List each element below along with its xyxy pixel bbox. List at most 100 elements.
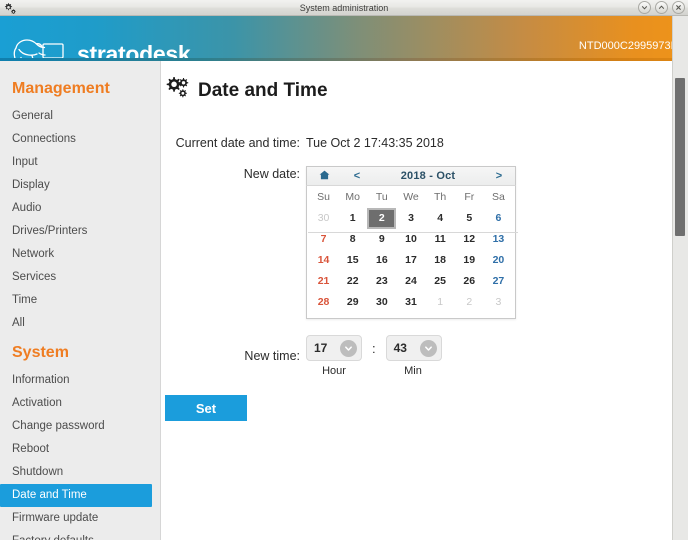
calendar-day[interactable]: 3: [396, 208, 425, 229]
calendar-dow-mo: Mo: [345, 191, 360, 203]
calendar-day[interactable]: 23: [367, 271, 396, 292]
maximize-button[interactable]: [655, 1, 668, 14]
page-title: Date and Time: [198, 79, 328, 101]
calendar-day[interactable]: 14: [309, 250, 338, 271]
calendar-day[interactable]: 29: [338, 292, 367, 313]
calendar-day[interactable]: 9: [367, 229, 396, 250]
calendar-week-row: 21 22 23 24 25 26 27: [307, 271, 515, 292]
calendar-dow-we: We: [403, 191, 419, 203]
calendar-day[interactable]: 31: [396, 292, 425, 313]
window-title: System administration: [299, 3, 389, 13]
calendar-next-month-button[interactable]: >: [483, 170, 515, 182]
chevron-down-icon[interactable]: [419, 339, 437, 357]
calendar-day[interactable]: 30: [309, 208, 338, 229]
sidebar-heading-management: Management: [12, 80, 110, 97]
vertical-scrollbar-thumb[interactable]: [675, 78, 685, 236]
calendar-dow-th: Th: [434, 191, 447, 203]
calendar-dow-sa: Sa: [491, 191, 505, 203]
calendar-day[interactable]: 19: [455, 250, 484, 271]
sidebar-heading-system: System: [12, 344, 69, 361]
sidebar-item-factory-defaults[interactable]: Factory defaults: [0, 530, 160, 540]
minute-stepper[interactable]: 43: [385, 335, 442, 361]
sidebar-item-services[interactable]: Services: [0, 266, 160, 289]
sidebar-item-general[interactable]: General: [0, 105, 160, 128]
calendar-day[interactable]: 18: [426, 250, 455, 271]
device-id: NTD000C2995973E: [578, 40, 678, 52]
sidebar-item-audio[interactable]: Audio: [0, 197, 160, 220]
time-controls: 17 : 43 Hour Min: [306, 335, 442, 377]
calendar-prev-month-button[interactable]: <: [341, 170, 373, 182]
vertical-scrollbar-track[interactable]: [672, 16, 688, 540]
sidebar-item-display[interactable]: Display: [0, 174, 160, 197]
new-time-label: New time:: [244, 348, 300, 363]
minute-value: 43: [393, 341, 407, 355]
sidebar-item-connections[interactable]: Connections: [0, 128, 160, 151]
sidebar-item-time[interactable]: Time: [0, 289, 160, 312]
sidebar-item-information[interactable]: Information: [0, 369, 160, 392]
sidebar-item-input[interactable]: Input: [0, 151, 160, 174]
calendar-day[interactable]: 21: [309, 271, 338, 292]
calendar-day[interactable]: 13: [484, 229, 513, 250]
calendar-week-row: 14 15 16 17 18 19 20: [307, 250, 515, 271]
calendar-day[interactable]: 2: [455, 292, 484, 313]
calendar-day[interactable]: 1: [338, 208, 367, 229]
calendar-day[interactable]: 20: [484, 250, 513, 271]
sidebar-item-reboot[interactable]: Reboot: [0, 438, 160, 461]
sidebar-item-all[interactable]: All: [0, 312, 160, 335]
calendar-day[interactable]: 22: [338, 271, 367, 292]
calendar-week-row: 28 29 30 31 1 2 3: [307, 292, 515, 313]
calendar-day[interactable]: 5: [455, 208, 484, 229]
page-header: Date and Time: [161, 61, 670, 106]
calendar-day[interactable]: 17: [396, 250, 425, 271]
calendar-dow-su: Su: [317, 191, 330, 203]
chevron-down-icon[interactable]: [340, 339, 357, 357]
calendar-day[interactable]: 27: [484, 271, 513, 292]
calendar-month-title: 2018 - Oct: [400, 170, 456, 182]
time-unit-labels: Hour Min: [306, 365, 442, 377]
sidebar-item-shutdown[interactable]: Shutdown: [0, 461, 160, 484]
calendar-day[interactable]: 8: [338, 229, 367, 250]
gears-icon: [165, 75, 191, 106]
calendar-day[interactable]: 24: [396, 271, 425, 292]
sidebar-item-change-password[interactable]: Change password: [0, 415, 160, 438]
calendar-day[interactable]: 30: [367, 292, 396, 313]
sidebar-item-activation[interactable]: Activation: [0, 392, 160, 415]
calendar-weekday-header: Su Mo Tu We Th Fr Sa: [307, 186, 515, 208]
calendar-day[interactable]: 4: [426, 208, 455, 229]
calendar-day[interactable]: 26: [455, 271, 484, 292]
calendar-dow-fr: Fr: [464, 191, 475, 203]
calendar-day[interactable]: 7: [309, 229, 338, 250]
calendar-day[interactable]: 15: [338, 250, 367, 271]
calendar-body: Su Mo Tu We Th Fr Sa 30 1 2 3 4 5 6 7 8 …: [307, 186, 515, 318]
new-date-row: New date: < 2018 - Oct > Su Mo Tu We Th …: [161, 166, 670, 319]
calendar-day[interactable]: 16: [367, 250, 396, 271]
home-icon[interactable]: [307, 170, 341, 183]
calendar-day[interactable]: 28: [309, 292, 338, 313]
calendar-day[interactable]: 25: [426, 271, 455, 292]
calendar-day[interactable]: 1: [426, 292, 455, 313]
sidebar-item-date-and-time[interactable]: Date and Time: [0, 484, 152, 507]
calendar-day[interactable]: 12: [455, 229, 484, 250]
close-button[interactable]: [672, 1, 685, 14]
sidebar-item-firmware-update[interactable]: Firmware update: [0, 507, 160, 530]
new-date-label: New date:: [243, 167, 300, 181]
calendar-day[interactable]: 6: [484, 208, 513, 229]
set-button[interactable]: Set: [165, 395, 247, 421]
calendar-day[interactable]: 10: [396, 229, 425, 250]
hour-value: 17: [314, 341, 328, 355]
sidebar-section-management: Management General Connections Input Dis…: [0, 71, 160, 335]
calendar-day-selected[interactable]: 2: [367, 208, 397, 229]
calendar-day[interactable]: 11: [426, 229, 455, 250]
calendar-navigation: < 2018 - Oct >: [306, 166, 516, 186]
minimize-button[interactable]: [638, 1, 651, 14]
new-time-row: New time: 17 : 43 Hour Min: [161, 335, 670, 377]
calendar-day[interactable]: 3: [484, 292, 513, 313]
current-datetime-value: Tue Oct 2 17:43:35 2018: [306, 136, 444, 150]
date-picker-calendar[interactable]: < 2018 - Oct > Su Mo Tu We Th Fr Sa 30 1…: [306, 166, 516, 319]
sidebar-item-network[interactable]: Network: [0, 243, 160, 266]
application-window: System administration stratodesk NTD000C…: [0, 0, 688, 540]
sidebar-item-drives-printers[interactable]: Drives/Printers: [0, 220, 160, 243]
sidebar-navigation: Management General Connections Input Dis…: [0, 61, 160, 540]
hour-stepper[interactable]: 17: [306, 335, 362, 361]
current-datetime-row: Current date and time: Tue Oct 2 17:43:3…: [161, 135, 670, 152]
